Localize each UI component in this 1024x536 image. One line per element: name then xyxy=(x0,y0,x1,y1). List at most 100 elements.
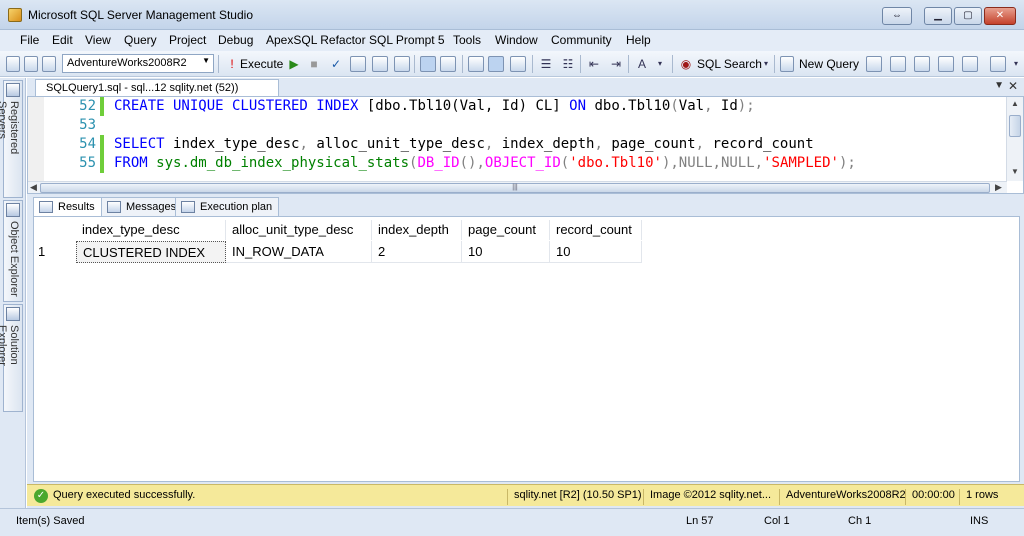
scroll-down-icon[interactable]: ▼ xyxy=(1011,167,1019,176)
column-header[interactable]: page_count xyxy=(462,220,550,240)
parse-check-icon[interactable]: ✓ xyxy=(328,56,344,72)
menu-query[interactable]: Query xyxy=(124,33,157,47)
column-header[interactable]: index_depth xyxy=(372,220,462,240)
save-icon[interactable] xyxy=(990,56,1006,72)
table-cell[interactable]: IN_ROW_DATA xyxy=(226,241,372,263)
estimated-plan-icon[interactable] xyxy=(468,56,484,72)
change-marker xyxy=(100,154,104,173)
editor-vertical-scrollbar[interactable]: ▲ ▼ xyxy=(1006,97,1023,181)
code-line[interactable]: 52 CREATE UNIQUE CLUSTERED INDEX [dbo.Tbl… xyxy=(44,97,755,116)
cancel-query-icon[interactable]: ■ xyxy=(306,56,322,72)
new-query-icon[interactable] xyxy=(6,56,20,72)
uncomment-lines-icon[interactable]: ☷ xyxy=(560,56,576,72)
client-statistics-icon[interactable] xyxy=(510,56,526,72)
mdx-query-icon[interactable] xyxy=(42,56,56,72)
restore-window-icon[interactable]: ⇔ xyxy=(882,7,912,25)
elapsed-time: 00:00:00 xyxy=(905,489,955,505)
menu-view[interactable]: View xyxy=(85,33,111,47)
code-token: alloc_unit_type_desc xyxy=(316,136,485,152)
menu-community[interactable]: Community xyxy=(551,33,612,47)
sql-search-button[interactable]: SQL Search xyxy=(697,57,762,71)
code-line[interactable]: 53 xyxy=(44,116,114,135)
code-token: [dbo.Tbl10(Val, Id) CL] xyxy=(366,98,570,114)
new-query-button[interactable]: New Query xyxy=(799,57,859,71)
menu-bar: File Edit View Query Project Debug ApexS… xyxy=(0,30,1024,51)
solution-explorer-label: Solution Explorer xyxy=(0,325,20,366)
sql-editor[interactable]: 52 CREATE UNIQUE CLUSTERED INDEX [dbo.Tbl… xyxy=(27,96,1024,194)
code-token: index_type_desc xyxy=(173,136,300,152)
tab-execution-plan[interactable]: Execution plan xyxy=(175,197,280,216)
table-cell[interactable]: 10 xyxy=(462,241,550,263)
line-number: 53 xyxy=(79,117,96,133)
menu-help[interactable]: Help xyxy=(626,33,651,47)
scrollbar-thumb[interactable] xyxy=(1009,115,1021,137)
maximize-button[interactable]: ▢ xyxy=(954,7,982,25)
database-engine-query-icon[interactable] xyxy=(866,56,882,72)
scroll-right-icon[interactable]: ▶ xyxy=(995,182,1002,193)
query-options-icon[interactable] xyxy=(394,56,410,72)
close-icon[interactable]: ✕ xyxy=(1008,79,1018,93)
dmx-query-icon[interactable] xyxy=(938,56,954,72)
results-to-grid-icon[interactable] xyxy=(420,56,436,72)
menu-debug[interactable]: Debug xyxy=(218,33,253,47)
binoculars-icon: ◉ xyxy=(680,57,692,71)
column-header[interactable]: alloc_unit_type_desc xyxy=(226,220,372,240)
toolbar-separator xyxy=(218,55,219,73)
toolbar-overflow-icon[interactable]: ▾ xyxy=(1008,56,1024,72)
table-cell[interactable]: CLUSTERED INDEX xyxy=(76,241,226,263)
display-plan-icon[interactable] xyxy=(350,56,366,72)
execute-button[interactable]: Execute xyxy=(240,57,283,71)
table-cell[interactable]: 2 xyxy=(372,241,462,263)
debug-play-icon[interactable]: ▶ xyxy=(286,56,302,72)
menu-window[interactable]: Window xyxy=(495,33,538,47)
menu-apexsql-refactor[interactable]: ApexSQL Refactor xyxy=(266,33,366,47)
menu-sql-prompt[interactable]: SQL Prompt 5 xyxy=(369,33,445,47)
line-number: 54 xyxy=(79,136,96,152)
menu-edit[interactable]: Edit xyxy=(52,33,73,47)
actual-plan-icon[interactable] xyxy=(488,56,504,72)
row-number[interactable]: 1 xyxy=(38,244,45,259)
tab-results[interactable]: Results xyxy=(33,197,102,216)
registered-servers-tab[interactable]: Registered Servers xyxy=(0,80,23,198)
code-token: ); xyxy=(737,98,755,114)
close-button[interactable]: ✕ xyxy=(984,7,1016,25)
database-selector[interactable]: AdventureWorks2008R2 ▼ xyxy=(62,54,214,73)
code-line[interactable]: 55 FROM sys.dm_db_index_physical_stats (DB… xyxy=(44,154,856,173)
increase-indent-icon[interactable]: ⇥ xyxy=(608,56,624,72)
menu-tools[interactable]: Tools xyxy=(453,33,481,47)
query-designer-icon[interactable] xyxy=(372,56,388,72)
query-document-tab[interactable]: SQLQuery1.sql - sql...12 sqlity.net (52)… xyxy=(35,79,279,96)
menu-project[interactable]: Project xyxy=(169,33,206,47)
chevron-down-icon: ▼ xyxy=(202,56,210,65)
object-explorer-tab[interactable]: Object Explorer xyxy=(3,200,23,302)
chevron-down-icon[interactable]: ▼ xyxy=(994,80,1004,91)
toolbar-overflow-icon[interactable]: ▾ xyxy=(652,56,668,72)
results-to-text-icon[interactable] xyxy=(440,56,456,72)
line-number: 52 xyxy=(79,98,96,114)
scrollbar-thumb[interactable]: ||| xyxy=(40,183,990,193)
table-cell[interactable]: 10 xyxy=(550,241,642,263)
specify-values-icon[interactable]: A xyxy=(634,56,650,72)
tab-messages[interactable]: Messages xyxy=(101,197,184,216)
code-token: , xyxy=(704,98,721,114)
comment-lines-icon[interactable]: ☰ xyxy=(538,56,554,72)
code-line[interactable]: 54 SELECT index_type_desc, alloc_unit_typ… xyxy=(44,135,814,154)
solution-explorer-tab[interactable]: Solution Explorer xyxy=(0,304,23,412)
analysis-services-query-icon[interactable] xyxy=(890,56,906,72)
decrease-indent-icon[interactable]: ⇤ xyxy=(586,56,602,72)
new-query-doc-icon xyxy=(780,56,794,72)
xmla-query-icon[interactable] xyxy=(914,56,930,72)
open-file-icon[interactable] xyxy=(962,56,978,72)
editor-horizontal-scrollbar[interactable]: ◀ ||| ▶ xyxy=(28,181,1007,193)
scroll-up-icon[interactable]: ▲ xyxy=(1011,99,1019,108)
column-header[interactable]: record_count xyxy=(550,220,642,240)
results-grid[interactable]: index_type_desc alloc_unit_type_desc ind… xyxy=(33,216,1020,482)
grid-icon xyxy=(39,201,53,213)
toolbar-overflow-icon[interactable]: ▾ xyxy=(758,56,774,72)
minimize-button[interactable]: ▁ xyxy=(924,7,952,25)
menu-file[interactable]: File xyxy=(20,33,39,47)
scroll-left-icon[interactable]: ◀ xyxy=(30,182,37,193)
object-explorer-icon[interactable] xyxy=(24,56,38,72)
change-marker xyxy=(100,135,104,154)
column-header[interactable]: index_type_desc xyxy=(76,220,226,240)
